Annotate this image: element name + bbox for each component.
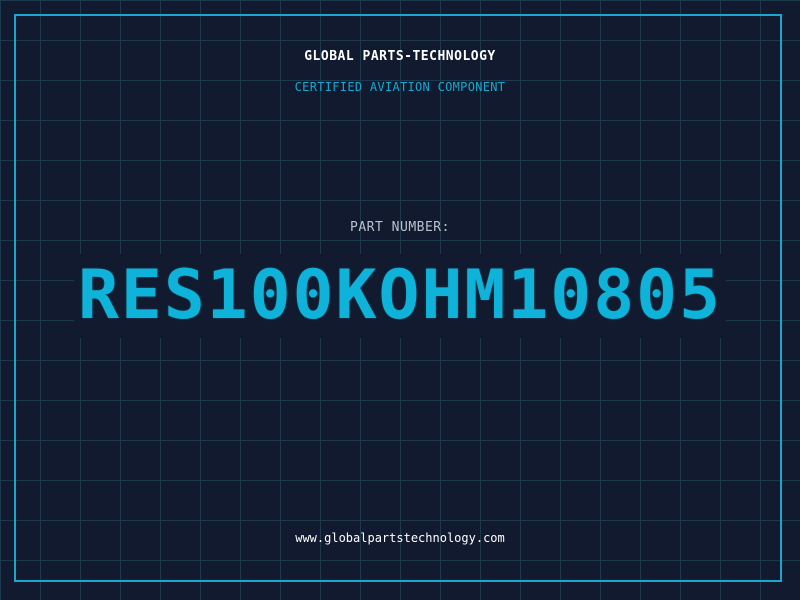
part-number-label: PART NUMBER: — [350, 220, 450, 235]
brand-name: GLOBAL PARTS-TECHNOLOGY — [304, 49, 496, 64]
brand-tagline: CERTIFIED AVIATION COMPONENT — [294, 80, 506, 94]
part-number-block: RES100KOHM10805 — [0, 254, 800, 338]
part-number-value: RES100KOHM10805 — [73, 254, 727, 338]
website-url: www.globalpartstechnology.com — [295, 531, 505, 545]
